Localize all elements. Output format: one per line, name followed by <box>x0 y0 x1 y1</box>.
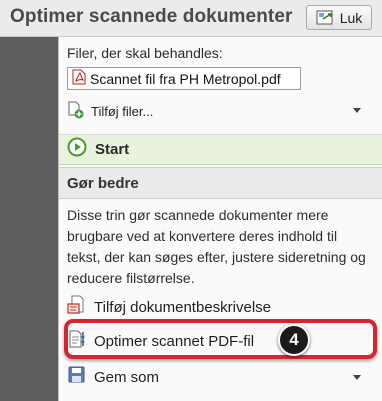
section-description: Disse trin gør scannede dokumenter mere … <box>67 207 366 286</box>
save-as-icon <box>67 365 87 389</box>
optimize-scanned-pdf-label: Optimer scannet PDF-fil <box>94 332 255 350</box>
files-label: Filer, der skal behandles: <box>67 45 223 61</box>
start-label: Start <box>95 141 130 158</box>
panel-title: Optimer scannede dokumenter <box>10 6 293 27</box>
save-as-label: Gem som <box>94 368 160 386</box>
optimize-scanned-pdf-button[interactable]: Optimer scannet PDF-fil <box>67 329 367 353</box>
selected-file-name: Scannet fil fra PH Metropol.pdf <box>90 70 281 87</box>
section-heading[interactable]: Gør bedre <box>59 167 382 199</box>
chevron-down-icon[interactable] <box>353 108 361 113</box>
step-number-badge: 4 <box>278 324 310 356</box>
document-description-icon <box>67 295 87 319</box>
add-files-button[interactable]: Tilføj filer... <box>67 99 367 123</box>
optimize-panel: Filer, der skal behandles: Scannet fil f… <box>58 37 382 401</box>
close-button-label: Luk <box>339 9 363 26</box>
close-button[interactable]: Luk <box>306 5 372 30</box>
start-button[interactable]: Start <box>59 135 382 165</box>
add-file-icon <box>67 101 85 122</box>
play-icon <box>67 137 87 162</box>
left-tools-strip <box>0 37 58 401</box>
save-as-button[interactable]: Gem som <box>67 365 367 389</box>
file-list-item[interactable]: Scannet fil fra PH Metropol.pdf <box>67 67 301 90</box>
optimize-scan-icon <box>67 329 87 353</box>
chevron-down-icon[interactable] <box>353 375 361 380</box>
close-panel-icon <box>316 10 334 26</box>
add-files-label: Tilføj filer... <box>91 103 154 119</box>
title-bar: Optimer scannede dokumenter Luk <box>0 0 382 37</box>
pdf-file-icon <box>72 69 86 88</box>
add-document-description-button[interactable]: Tilføj dokumentbeskrivelse <box>67 295 367 319</box>
add-document-description-label: Tilføj dokumentbeskrivelse <box>94 298 272 316</box>
